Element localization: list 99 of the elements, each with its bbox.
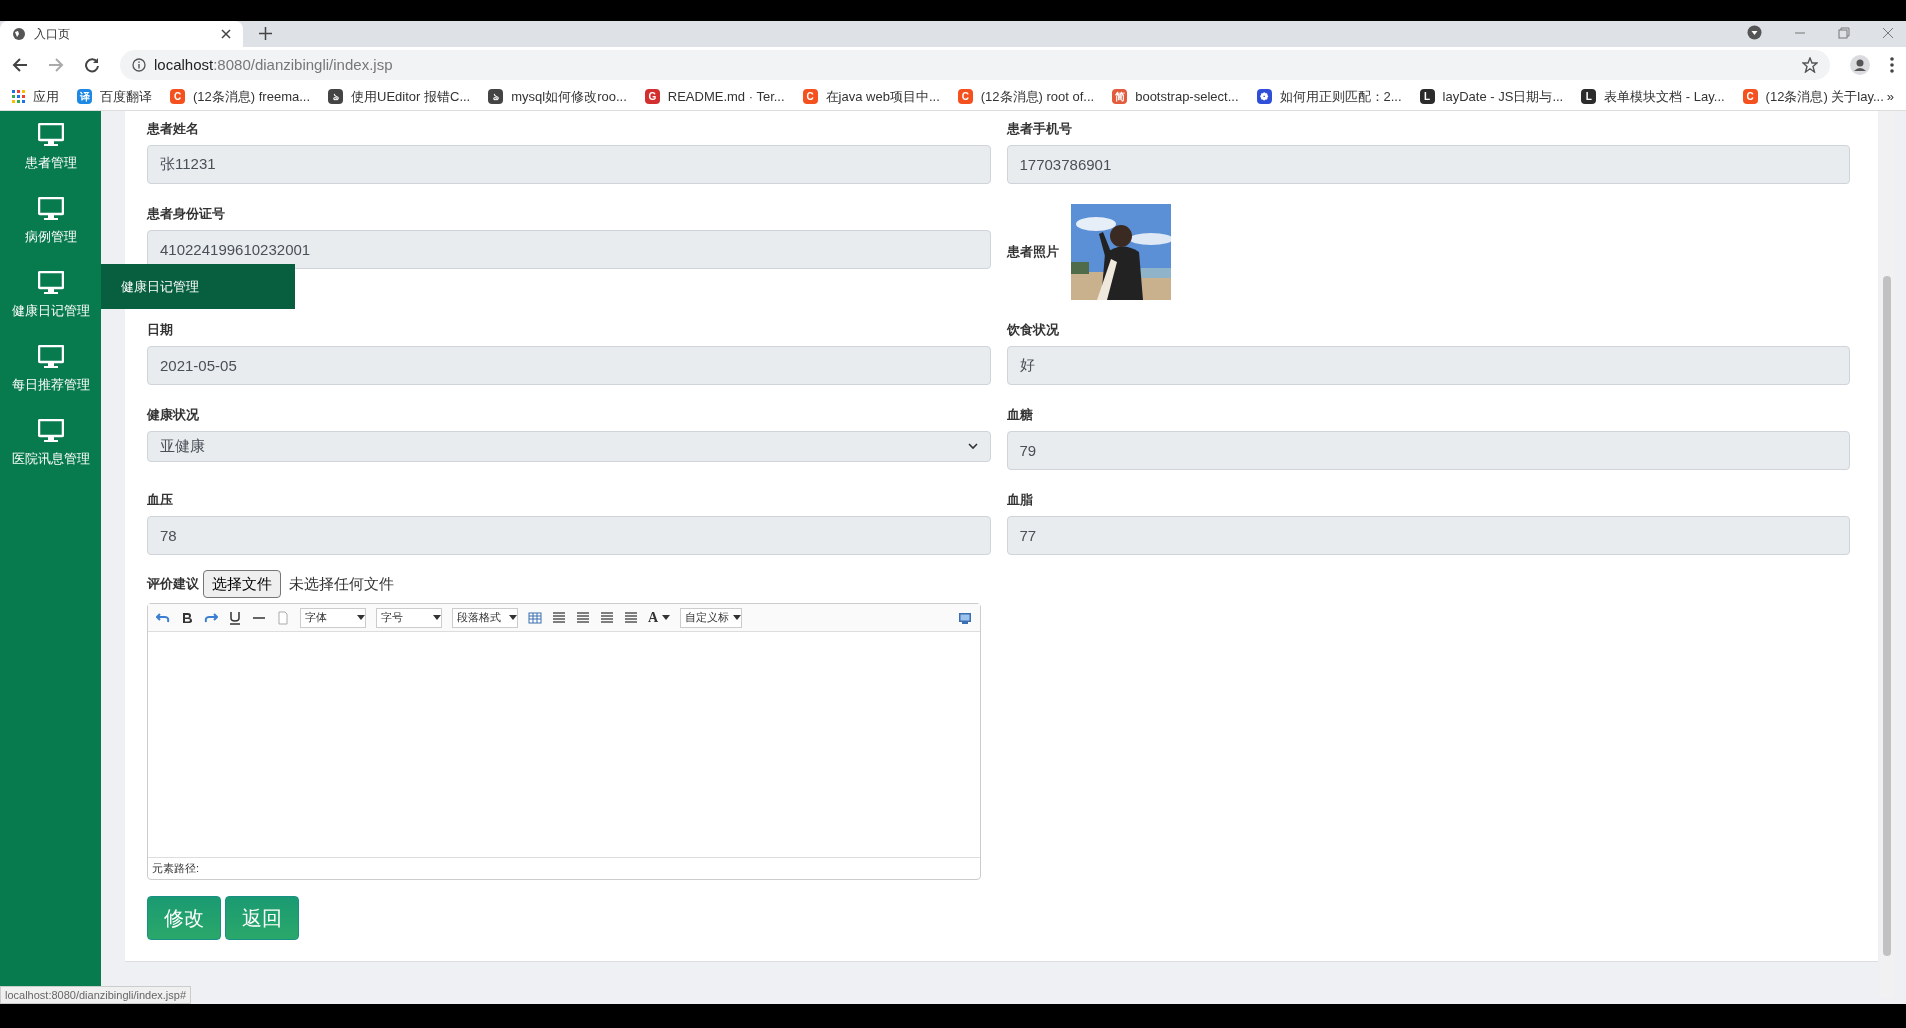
align-left-icon[interactable] — [552, 610, 566, 625]
bookmark-favicon-icon: G — [644, 89, 660, 104]
bookmark-link[interactable]: (12条消息) 关于lay... — [1765, 86, 1884, 107]
input-field[interactable]: 410224199610232001 — [147, 230, 991, 269]
input-field[interactable]: 张11231 — [147, 145, 991, 184]
input-field[interactable]: 好 — [1006, 346, 1850, 385]
bookmark-link[interactable]: (12条消息) freema... — [193, 86, 311, 107]
field-label: 血糖 — [1006, 406, 1034, 424]
field-label: 患者姓名 — [147, 120, 200, 138]
bookmark-link[interactable]: 应用 — [33, 86, 59, 107]
bookmark-favicon-icon: L — [1581, 89, 1597, 104]
info-icon — [132, 58, 146, 72]
bookmark-favicon-icon: ❁ — [1256, 89, 1272, 104]
align-right-icon[interactable] — [576, 610, 590, 625]
dropdown-select[interactable]: 自定义标 — [680, 607, 743, 628]
sidebar-item[interactable]: 医院讯息管理 — [0, 407, 101, 481]
underline-icon[interactable] — [228, 610, 242, 625]
browser-tab[interactable]: 入口页 — [0, 21, 243, 47]
dropdown-select[interactable]: 段落格式 — [452, 607, 518, 628]
caret-icon — [357, 615, 365, 620]
dropdown-select[interactable]: 字体 — [300, 607, 366, 628]
bookmark-favicon-icon: L — [1419, 89, 1435, 104]
align-center-icon[interactable] — [600, 610, 614, 625]
field-label: 日期 — [147, 321, 174, 339]
bookmark-favicon-icon: ঌ — [328, 89, 344, 104]
caret-icon — [662, 615, 671, 620]
bookmark-link[interactable]: 表单模块文档 - Lay... — [1604, 86, 1725, 107]
back-icon[interactable] — [12, 57, 28, 73]
tab-title: 入口页 — [34, 26, 71, 42]
dropdown-select[interactable]: 字号 — [376, 607, 442, 628]
bookmark-favicon-icon: C — [170, 89, 185, 104]
monitor-icon — [37, 419, 64, 444]
element-path-label: 元素路径: — [152, 861, 200, 877]
choose-file-button[interactable]: 选择文件 — [203, 570, 281, 598]
chevron-down-icon — [967, 443, 978, 450]
sidebar-flyout: 健康日记管理 — [101, 264, 295, 309]
caret-icon — [733, 615, 742, 620]
star-icon[interactable] — [1802, 57, 1818, 73]
close-icon[interactable] — [221, 29, 231, 39]
input-field[interactable]: 78 — [147, 516, 991, 555]
font-color-button[interactable]: A — [648, 607, 671, 628]
more-bookmarks-icon[interactable]: » — [1886, 86, 1894, 107]
bookmark-favicon-icon: C — [802, 89, 818, 104]
bookmark-favicon-icon: 译 — [77, 89, 92, 104]
bold-icon[interactable] — [180, 610, 194, 625]
bookmark-link[interactable]: bootstrap-select... — [1135, 86, 1239, 107]
rich-text-editor[interactable]: 字体 字号 段落格式 A 自定义标 元素路径: — [147, 603, 981, 880]
restore-icon[interactable] — [1838, 26, 1850, 39]
input-field[interactable]: 77 — [1006, 516, 1850, 555]
new-tab-icon[interactable] — [259, 27, 272, 40]
bookmark-link[interactable]: 如何用正则匹配：2... — [1279, 86, 1402, 107]
file-status: 未选择任何文件 — [289, 573, 394, 594]
menu-icon[interactable] — [1890, 57, 1894, 73]
bookmark-link[interactable]: 使用UEditor 报错C... — [351, 86, 471, 107]
reload-icon[interactable] — [84, 57, 100, 73]
undo-icon[interactable] — [156, 610, 170, 625]
field-label: 血压 — [147, 491, 174, 509]
select-field[interactable]: 亚健康 — [147, 431, 991, 462]
bookmark-favicon-icon: 简 — [1112, 89, 1128, 104]
address-bar[interactable]: localhost:8080/dianzibingli/index.jsp — [120, 50, 1830, 80]
globe-icon — [12, 27, 26, 41]
monitor-icon — [37, 123, 64, 148]
bookmark-link[interactable]: mysql如何修改roo... — [511, 86, 627, 107]
monitor-icon — [37, 345, 64, 370]
field-label: 患者身份证号 — [147, 205, 226, 223]
caret-icon — [509, 615, 517, 620]
sidebar-item[interactable]: 每日推荐管理 — [0, 333, 101, 407]
bookmark-link[interactable]: 在java web项目中... — [825, 86, 940, 107]
input-field[interactable]: 17703786901 — [1006, 145, 1850, 184]
bookmark-link[interactable]: (12条消息) root of... — [980, 86, 1095, 107]
forward-icon[interactable] — [48, 57, 64, 73]
redo-icon[interactable] — [204, 610, 218, 625]
field-label: 患者照片 — [1006, 243, 1059, 262]
monitor-icon — [37, 197, 64, 222]
dropdown-circle-icon[interactable] — [1747, 25, 1762, 40]
sidebar-item[interactable]: 病例管理 — [0, 185, 101, 259]
url-text: localhost:8080/dianzibingli/index.jsp — [154, 54, 393, 75]
apps-grid-icon[interactable] — [12, 90, 25, 103]
profile-icon[interactable] — [1850, 55, 1870, 75]
bookmark-favicon-icon: C — [1742, 89, 1758, 104]
field-label: 健康状况 — [147, 406, 200, 424]
align-justify-icon[interactable] — [624, 610, 638, 625]
sidebar-item[interactable]: 患者管理 — [0, 111, 101, 185]
bookmark-favicon-icon: ঌ — [488, 89, 504, 104]
bookmark-link[interactable]: layDate - JS日期与... — [1442, 86, 1564, 107]
sidebar-item[interactable]: 健康日记管理 — [0, 259, 101, 333]
field-label: 患者手机号 — [1006, 120, 1073, 138]
bookmark-link[interactable]: README.md · Ter... — [667, 86, 785, 107]
table-icon[interactable] — [528, 610, 542, 625]
field-label: 血脂 — [1006, 491, 1034, 509]
field-label: 饮食状况 — [1006, 321, 1060, 339]
input-field[interactable]: 79 — [1006, 431, 1850, 470]
fullscreen-icon[interactable] — [958, 610, 972, 625]
bookmark-link[interactable]: 百度翻译 — [100, 86, 152, 107]
monitor-icon — [37, 271, 64, 296]
bookmark-favicon-icon: C — [957, 89, 973, 104]
caret-icon — [433, 615, 441, 620]
field-label: 评价建议 — [147, 575, 199, 594]
input-field[interactable]: 2021-05-05 — [147, 346, 991, 385]
